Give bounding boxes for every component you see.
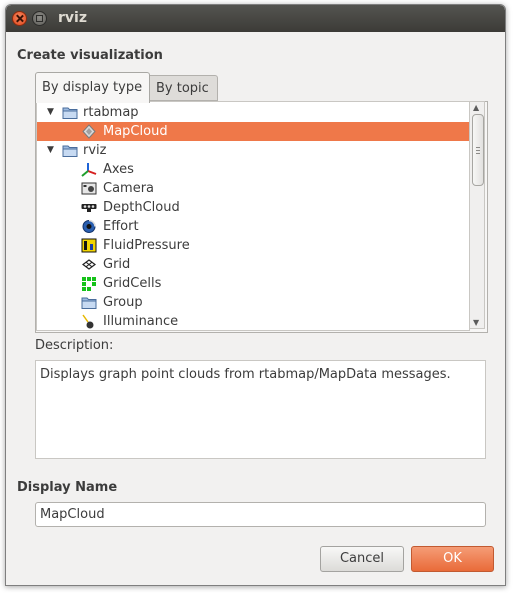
- ok-button[interactable]: OK: [411, 546, 494, 572]
- scroll-down-icon[interactable]: ▼: [473, 318, 479, 327]
- illuminance-icon: [82, 314, 94, 329]
- tree-item-label: Effort: [103, 219, 139, 234]
- tree-item-label: Group: [103, 295, 143, 310]
- title-bar[interactable]: rviz: [6, 5, 505, 32]
- grid-icon: [82, 259, 96, 270]
- ok-button-label: OK: [443, 551, 462, 566]
- tab-by-topic[interactable]: By topic: [150, 75, 218, 101]
- display-name-label: Display Name: [17, 480, 118, 495]
- tree-item-grid[interactable]: Grid: [37, 255, 469, 274]
- tree-item-label: Camera: [103, 181, 155, 196]
- tree-group-label: rtabmap: [83, 105, 139, 120]
- tree-item-label: GridCells: [103, 276, 162, 291]
- display-type-tree[interactable]: ▼ rtabmap MapCloud ▼ rviz Axes Camera De…: [36, 101, 470, 331]
- description-text: Displays graph point clouds from rtabmap…: [35, 360, 486, 459]
- tree-item-label: MapCloud: [103, 124, 168, 139]
- tab-by-display-type[interactable]: By display type: [35, 72, 150, 103]
- folder-icon: [62, 145, 78, 157]
- tree-item-label: Grid: [103, 257, 131, 272]
- effort-icon: [82, 219, 96, 233]
- cancel-button[interactable]: Cancel: [320, 546, 404, 572]
- fluidpressure-icon: [81, 238, 97, 253]
- scroll-thumb[interactable]: [472, 114, 484, 186]
- tree-item-label: Axes: [103, 162, 134, 177]
- tree-group-rtabmap[interactable]: ▼ rtabmap: [37, 103, 469, 122]
- axes-icon: [81, 163, 97, 177]
- window-title: rviz: [58, 10, 87, 26]
- tree-item-axes[interactable]: Axes: [37, 160, 469, 179]
- expander-icon[interactable]: ▼: [47, 103, 57, 122]
- maximize-icon[interactable]: [32, 11, 47, 26]
- close-icon[interactable]: [12, 11, 27, 26]
- dialog-window: rviz Create visualization By display typ…: [5, 4, 506, 586]
- gridcells-icon: [82, 277, 96, 291]
- tree-item-illuminance[interactable]: Illuminance: [37, 312, 469, 330]
- cancel-button-label: Cancel: [339, 551, 385, 566]
- create-visualization-label: Create visualization: [17, 48, 163, 63]
- expander-icon[interactable]: ▼: [47, 141, 57, 160]
- scroll-up-icon[interactable]: ▲: [473, 103, 479, 112]
- tree-item-label: FluidPressure: [103, 238, 190, 253]
- tree-item-gridcells[interactable]: GridCells: [37, 274, 469, 293]
- tree-item-group[interactable]: Group: [37, 293, 469, 312]
- tree-group-label: rviz: [83, 143, 107, 158]
- tree-item-label: Illuminance: [103, 314, 179, 329]
- folder-icon: [81, 297, 97, 309]
- tree-item-fluidpressure[interactable]: FluidPressure: [37, 236, 469, 255]
- tree-item-effort[interactable]: Effort: [37, 217, 469, 236]
- description-label: Description:: [35, 338, 114, 353]
- folder-icon: [62, 107, 78, 119]
- tree-item-depthcloud[interactable]: DepthCloud: [37, 198, 469, 217]
- display-name-input[interactable]: MapCloud: [35, 502, 486, 527]
- tree-group-rviz[interactable]: ▼ rviz: [37, 141, 469, 160]
- mapcloud-icon: [82, 124, 96, 139]
- tree-item-camera[interactable]: Camera: [37, 179, 469, 198]
- camera-icon: [81, 182, 97, 195]
- tree-scrollbar[interactable]: ▲ ▼: [469, 101, 485, 329]
- tree-item-label: DepthCloud: [103, 200, 180, 215]
- depthcloud-icon: [81, 204, 97, 212]
- tree-item-mapcloud[interactable]: MapCloud: [37, 122, 469, 141]
